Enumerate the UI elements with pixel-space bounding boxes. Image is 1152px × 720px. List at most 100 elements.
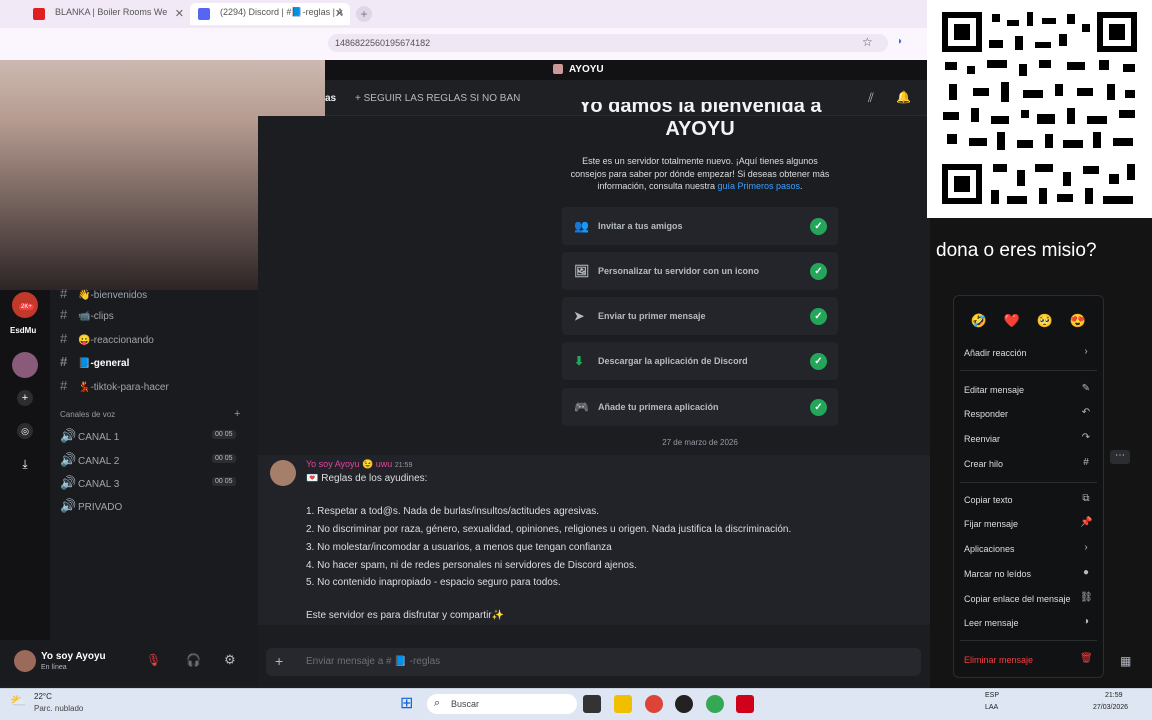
speaker-icon: ◑ <box>1082 616 1090 627</box>
mute-icon[interactable]: 🎙 <box>146 653 161 667</box>
extension-icon[interactable]: ◗ <box>897 36 903 47</box>
voice-channel-2[interactable]: 🔊 CANAL 2 <box>60 452 119 468</box>
add-server-icon[interactable]: + <box>17 390 33 406</box>
menu-divider <box>960 482 1097 483</box>
channel-reaccionando[interactable]: # 😛-reaccionando <box>60 331 154 346</box>
checklist-invite[interactable]: 👥 Invitar a tus amigos ✓ <box>562 207 838 245</box>
url-text: 1486822560195674182 <box>335 38 431 48</box>
taskview-icon[interactable] <box>583 695 601 713</box>
reaction-pleading-icon[interactable]: 🥺 <box>1034 310 1056 332</box>
message-line: 💌 Reglas de los ayudines: <box>306 473 428 484</box>
menu-mark-unread[interactable]: Marcar no leídos <box>964 569 1031 579</box>
welcome-title: Yo damos la bienvenida a AYOYU <box>578 102 822 140</box>
voice-category[interactable]: Canales de voz <box>60 410 115 419</box>
checklist-app[interactable]: 🎮 Añade tu primera aplicación ✓ <box>562 388 838 426</box>
channel-bienvenidos[interactable]: # 👋-bienvenidos <box>60 286 147 301</box>
lang-region[interactable]: LAA <box>985 704 998 711</box>
menu-forward[interactable]: Reenviar <box>964 434 1000 444</box>
checklist-download[interactable]: ⬇ Descargar la aplicación de Discord ✓ <box>562 342 838 380</box>
voice-channel-1[interactable]: 🔊 CANAL 1 <box>60 428 119 444</box>
chrome-icon[interactable] <box>706 695 724 713</box>
gamepad-icon: 🎮 <box>574 400 589 414</box>
add-channel-icon[interactable]: + <box>234 408 240 420</box>
download-icon: ⬇ <box>574 354 585 368</box>
channel-tiktok[interactable]: # 💃-tiktok-para-hacer <box>60 378 169 393</box>
date-divider: 27 de marzo de 2026 <box>662 438 738 447</box>
message-line: 2. No discriminar por raza, género, sexu… <box>306 524 792 535</box>
menu-apps[interactable]: Aplicaciones <box>964 544 1015 554</box>
image-icon: 🖼 <box>574 264 590 278</box>
menu-pin-message[interactable]: Fijar mensaje <box>964 519 1018 529</box>
clock-date[interactable]: 27/03/2026 <box>1093 704 1128 711</box>
chevron-right-icon: › <box>1084 542 1088 553</box>
check-icon: ✓ <box>810 308 827 325</box>
voice-channel-privado[interactable]: 🔊 PRIVADO <box>60 498 122 514</box>
user-avatar[interactable] <box>14 650 36 672</box>
hash-icon: # <box>60 331 68 346</box>
reaction-heart-icon[interactable]: ❤️ <box>1001 310 1023 332</box>
clock-time[interactable]: 21:59 <box>1105 692 1123 699</box>
gear-icon[interactable]: ⚙ <box>224 652 236 668</box>
reaction-laugh-icon[interactable]: 🤣 <box>968 310 990 332</box>
qr-code <box>927 0 1152 218</box>
check-icon: ✓ <box>810 263 827 280</box>
welcome-description: Este es un servidor totalmente nuevo. ¡A… <box>570 156 830 191</box>
close-icon[interactable]: ✕ <box>335 7 344 20</box>
trash-icon: 🗑 <box>1080 653 1093 664</box>
getting-started-link[interactable]: guía Primeros pasos <box>718 181 801 191</box>
folder-icon[interactable] <box>614 695 632 713</box>
app-icon[interactable] <box>736 695 754 713</box>
taskbar-search[interactable] <box>427 694 577 714</box>
voice-count: 00 05 <box>212 430 236 439</box>
message-line: Este servidor es para disfrutar y compar… <box>306 610 505 621</box>
download-icon[interactable]: ⤓ <box>17 456 33 472</box>
new-tab-button[interactable]: + <box>356 6 372 22</box>
hash-icon: # <box>60 378 68 393</box>
channel-name-partial: as <box>325 93 337 104</box>
menu-copy-text[interactable]: Copiar texto <box>964 495 1013 505</box>
voice-count: 00 05 <box>212 454 236 463</box>
message-placeholder: Enviar mensaje a # 📘 -reglas <box>306 656 441 667</box>
chevron-right-icon: › <box>1084 346 1088 357</box>
message-time: 21:59 <box>394 462 413 469</box>
checklist-message[interactable]: ➤ Enviar tu primer mensaje ✓ <box>562 297 838 335</box>
hash-icon: # <box>60 354 68 369</box>
avatar[interactable] <box>270 460 296 486</box>
message-header: Yo soy Ayoyu 😉 uwu 21:59 <box>306 459 412 470</box>
checklist-icon[interactable]: 🖼 Personalizar tu servidor con un icono ✓ <box>562 252 838 290</box>
close-icon[interactable]: ✕ <box>175 7 184 20</box>
headphones-icon[interactable]: 🎧 <box>186 653 201 667</box>
star-icon[interactable]: ☆ <box>862 35 873 49</box>
thread-icon: # <box>1083 457 1089 468</box>
menu-create-thread[interactable]: Crear hilo <box>964 459 1003 469</box>
channel-clips[interactable]: # 📹-clips <box>60 307 114 322</box>
channel-general[interactable]: # 📘-general <box>60 354 129 369</box>
apps-icon[interactable]: ▦ <box>1120 654 1131 668</box>
reply-icon: ↶ <box>1081 407 1091 418</box>
app-icon[interactable] <box>675 695 693 713</box>
menu-edit-message[interactable]: Editar mensaje <box>964 385 1024 395</box>
explore-icon[interactable]: ◎ <box>17 423 33 439</box>
menu-delete-message[interactable]: Eliminar mensaje <box>964 655 1033 665</box>
more-options-icon[interactable]: ⋯ <box>1110 450 1130 464</box>
menu-copy-link[interactable]: Copiar enlace del mensaje <box>964 594 1071 604</box>
invite-icon: 👥 <box>574 219 589 233</box>
menu-read-message[interactable]: Leer mensaje <box>964 618 1019 628</box>
server-avatar-2[interactable] <box>12 352 38 378</box>
message-author[interactable]: Yo soy Ayoyu <box>306 459 360 469</box>
bell-icon[interactable]: 🔔 <box>896 90 911 104</box>
add-attachment-icon[interactable]: + <box>275 653 283 669</box>
voice-channel-3[interactable]: 🔊 CANAL 3 <box>60 475 119 491</box>
chrome-icon[interactable] <box>645 695 663 713</box>
menu-add-reaction[interactable]: Añadir reacción <box>964 348 1027 358</box>
copy-icon: ⧉ <box>1082 493 1090 504</box>
browser-tab-discord[interactable]: (2294) Discord | #📘-reglas | A ✕ <box>190 3 350 25</box>
threads-icon[interactable]: ⫽ <box>868 90 874 106</box>
browser-tab-blanka[interactable]: BLANKA | Boiler Rooms We ✕ <box>25 3 190 25</box>
menu-reply[interactable]: Responder <box>964 409 1008 419</box>
reaction-heart-eyes-icon[interactable]: 😍 <box>1067 310 1089 332</box>
pin-icon: 📌 <box>1080 517 1093 528</box>
windows-start-icon[interactable]: ⊞ <box>400 695 417 712</box>
hash-icon: # <box>60 307 68 322</box>
lang-code[interactable]: ESP <box>985 692 999 699</box>
